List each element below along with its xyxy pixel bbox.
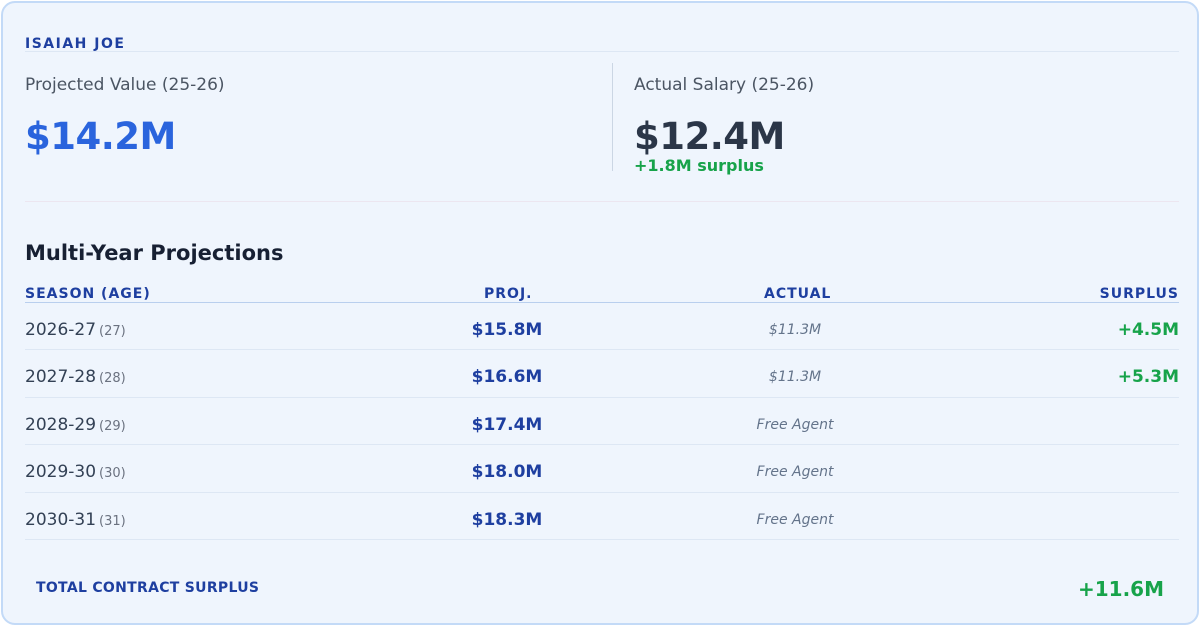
proj-value: $18.3M <box>471 509 543 530</box>
season-cell: 2026-27 (27) <box>25 318 126 344</box>
surplus-value: +4.5M <box>1117 320 1179 340</box>
season-cell: 2027-28 (28) <box>25 365 126 391</box>
actual-value: Free Agent <box>756 464 834 481</box>
column-header-season: SEASON (AGE) <box>25 286 151 302</box>
surplus-note: +1.8M surplus <box>634 156 764 175</box>
season-text: 2028-29 <box>25 414 97 435</box>
surplus-value: +5.3M <box>1117 367 1179 388</box>
season-text: 2027-28 <box>25 367 97 388</box>
table-row: 2028-29 (29) $17.4M Free Agent <box>25 398 1179 446</box>
section-divider <box>25 201 1179 202</box>
column-header-proj: PROJ. <box>484 286 533 302</box>
age-text: (31) <box>99 513 126 529</box>
age-text: (28) <box>99 371 126 387</box>
projected-value-block: Projected Value (25-26) $14.2M <box>25 73 225 159</box>
actual-value: Free Agent <box>756 416 834 433</box>
total-surplus-label: TOTAL CONTRACT SURPLUS <box>36 580 260 596</box>
table-row: 2027-28 (28) $16.6M $11.3M +5.3M <box>25 350 1179 398</box>
actual-salary-block: Actual Salary (25-26) $12.4M +1.8M surpl… <box>634 73 814 176</box>
age-text: (29) <box>99 418 126 434</box>
season-cell: 2030-31 (31) <box>25 508 126 534</box>
projected-value: $14.2M <box>25 115 176 158</box>
player-value-card: ISAIAH JOE Projected Value (25-26) $14.2… <box>1 1 1199 625</box>
actual-value: $11.3M <box>768 322 822 338</box>
table-header: SEASON (AGE) PROJ. ACTUAL SURPLUS <box>25 283 1179 303</box>
player-name: ISAIAH JOE <box>25 36 126 52</box>
season-text: 2030-31 <box>25 509 97 530</box>
total-surplus-value: +11.6M <box>1077 577 1164 601</box>
proj-value: $15.8M <box>471 320 543 340</box>
column-header-actual: ACTUAL <box>764 286 832 302</box>
column-header-surplus: SURPLUS <box>1099 286 1179 302</box>
value-divider <box>612 63 613 171</box>
actual-salary-value: $12.4M <box>634 115 785 158</box>
table-row: 2029-30 (30) $18.0M Free Agent <box>25 445 1179 493</box>
actual-value: $11.3M <box>768 369 822 386</box>
age-text: (27) <box>99 324 126 339</box>
proj-value: $16.6M <box>471 367 543 388</box>
season-cell: 2029-30 (30) <box>25 460 126 486</box>
proj-value: $18.0M <box>471 462 543 483</box>
proj-value: $17.4M <box>471 414 543 435</box>
projections-title: Multi-Year Projections <box>25 241 284 265</box>
name-divider <box>25 51 1179 52</box>
season-text: 2029-30 <box>25 462 97 483</box>
age-text: (30) <box>99 466 126 482</box>
actual-value: Free Agent <box>756 511 834 528</box>
projected-value-label: Projected Value (25-26) <box>25 75 225 95</box>
table-row: 2030-31 (31) $18.3M Free Agent <box>25 493 1179 540</box>
season-text: 2026-27 <box>25 320 97 340</box>
projections-table: SEASON (AGE) PROJ. ACTUAL SURPLUS 2026-2… <box>25 283 1179 540</box>
table-row: 2026-27 (27) $15.8M $11.3M +4.5M <box>25 303 1179 351</box>
season-cell: 2028-29 (29) <box>25 413 126 439</box>
actual-salary-label: Actual Salary (25-26) <box>634 75 815 95</box>
